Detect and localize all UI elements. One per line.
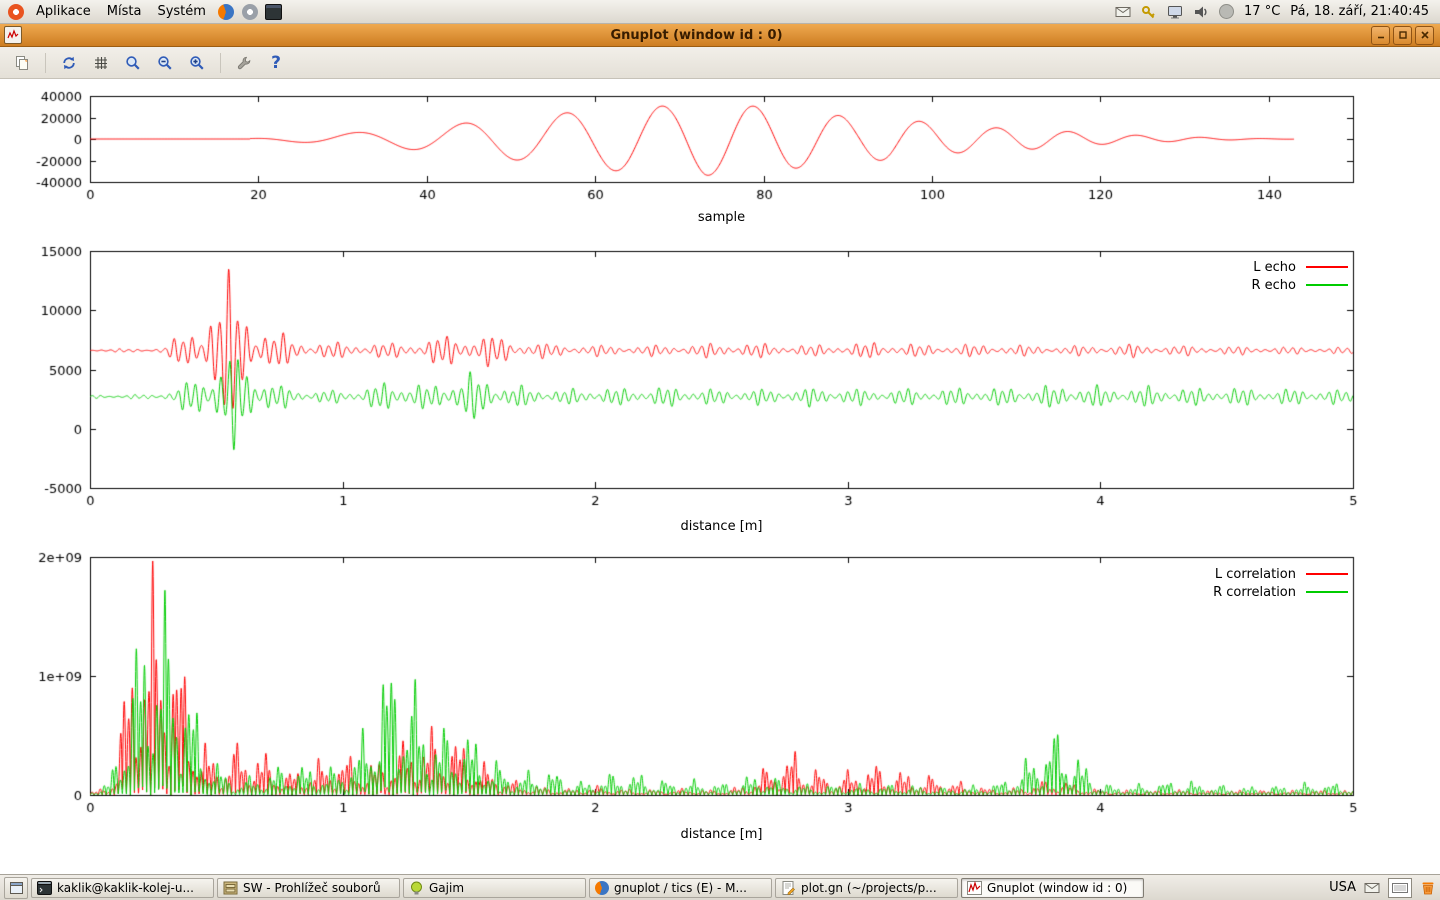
legend-label-r-echo: R echo xyxy=(1251,278,1296,293)
mail-icon[interactable] xyxy=(1115,0,1131,23)
ubuntu-logo-icon[interactable] xyxy=(8,4,24,20)
keyboard-layout-indicator[interactable]: USA xyxy=(1329,880,1356,895)
close-button[interactable] xyxy=(1415,26,1434,45)
gajim-icon xyxy=(409,881,424,895)
window-title: Gnuplot (window id : 0) xyxy=(22,28,1371,43)
panel-left: Aplikace Místa Systém xyxy=(6,0,286,23)
echo-chart-legend: L echo R echo xyxy=(1251,260,1348,292)
zoom-in-icon[interactable] xyxy=(183,49,211,77)
display-icon[interactable] xyxy=(1167,0,1183,23)
show-desktop-button[interactable] xyxy=(4,877,28,899)
gnuplot-toolbar: ? xyxy=(0,47,1440,79)
taskbar-button-gajim[interactable]: Gajim xyxy=(403,878,586,898)
legend-line-l-echo xyxy=(1306,266,1348,268)
gnome-top-panel: Aplikace Místa Systém 17 °C Pá, 18. září… xyxy=(0,0,1440,24)
grid-icon[interactable] xyxy=(87,49,115,77)
clock[interactable]: Pá, 18. září, 21:40:45 xyxy=(1290,0,1429,23)
maximize-button[interactable] xyxy=(1393,26,1412,45)
waveform-chart-canvas[interactable] xyxy=(0,88,1440,200)
mail-notification-icon[interactable] xyxy=(1364,881,1380,895)
menu-applications[interactable]: Aplikace xyxy=(28,0,99,23)
taskbar-button-gnuplot[interactable]: Gnuplot (window id : 0) xyxy=(961,878,1144,898)
legend-line-r-echo xyxy=(1306,284,1348,286)
plot-area: sample L echo R echo distance [m] L corr… xyxy=(0,79,1440,874)
taskbar-button-file-manager[interactable]: SW - Prohlížeč souborů xyxy=(217,878,400,898)
window-titlebar[interactable]: Gnuplot (window id : 0) xyxy=(0,24,1440,47)
firefox-launcher-icon[interactable] xyxy=(215,1,237,23)
echo-chart-canvas[interactable] xyxy=(0,243,1440,507)
minimize-button[interactable] xyxy=(1371,26,1390,45)
taskbar-button-terminal[interactable]: kaklik@kaklik-kolej-u... xyxy=(31,878,214,898)
temperature-readout[interactable]: 17 °C xyxy=(1244,0,1280,23)
terminal-icon xyxy=(37,881,52,895)
zoom-icon[interactable] xyxy=(119,49,147,77)
chart1-xlabel: sample xyxy=(90,210,1353,225)
settings-icon[interactable] xyxy=(230,49,258,77)
terminal-launcher-icon[interactable] xyxy=(263,1,285,23)
taskbar-button-firefox[interactable]: gnuplot / tics (E) - M... xyxy=(589,878,772,898)
legend-label-l-correlation: L correlation xyxy=(1215,567,1296,582)
gnome-bottom-panel: kaklik@kaklik-kolej-u... SW - Prohlížeč … xyxy=(0,874,1440,900)
toolbar-separator xyxy=(220,53,221,73)
key-icon[interactable] xyxy=(1141,0,1157,23)
chart2-xlabel: distance [m] xyxy=(90,519,1353,534)
legend-label-l-echo: L echo xyxy=(1253,260,1296,275)
toolbar-separator xyxy=(45,53,46,73)
volume-icon[interactable] xyxy=(1193,0,1209,23)
replot-icon[interactable] xyxy=(55,49,83,77)
help-launcher-icon[interactable] xyxy=(239,1,261,23)
chart3-xlabel: distance [m] xyxy=(90,827,1353,842)
menu-system[interactable]: Systém xyxy=(149,0,213,23)
copy-icon[interactable] xyxy=(8,49,36,77)
taskbar-button-editor[interactable]: plot.gn (~/projects/p... xyxy=(775,878,958,898)
help-icon[interactable]: ? xyxy=(262,49,290,77)
correlation-chart-legend: L correlation R correlation xyxy=(1213,567,1348,599)
firefox-icon xyxy=(595,881,609,895)
zoom-out-icon[interactable] xyxy=(151,49,179,77)
panel-tray: 17 °C Pá, 18. září, 21:40:45 xyxy=(1110,0,1434,23)
legend-line-r-correlation xyxy=(1306,591,1348,593)
keyboard-switcher-icon[interactable] xyxy=(1388,878,1412,898)
window-icon xyxy=(4,26,22,44)
legend-label-r-correlation: R correlation xyxy=(1213,585,1296,600)
gnuplot-icon xyxy=(967,881,982,895)
taskbar-tray: USA xyxy=(1329,878,1436,898)
desktop: Aplikace Místa Systém 17 °C Pá, 18. září… xyxy=(0,0,1440,900)
text-editor-icon xyxy=(781,881,796,895)
trash-applet-icon[interactable] xyxy=(1420,880,1436,896)
window-controls xyxy=(1371,26,1434,45)
legend-line-l-correlation xyxy=(1306,573,1348,575)
menu-places[interactable]: Místa xyxy=(99,0,150,23)
file-manager-icon xyxy=(223,881,238,895)
weather-icon[interactable] xyxy=(1219,0,1234,23)
